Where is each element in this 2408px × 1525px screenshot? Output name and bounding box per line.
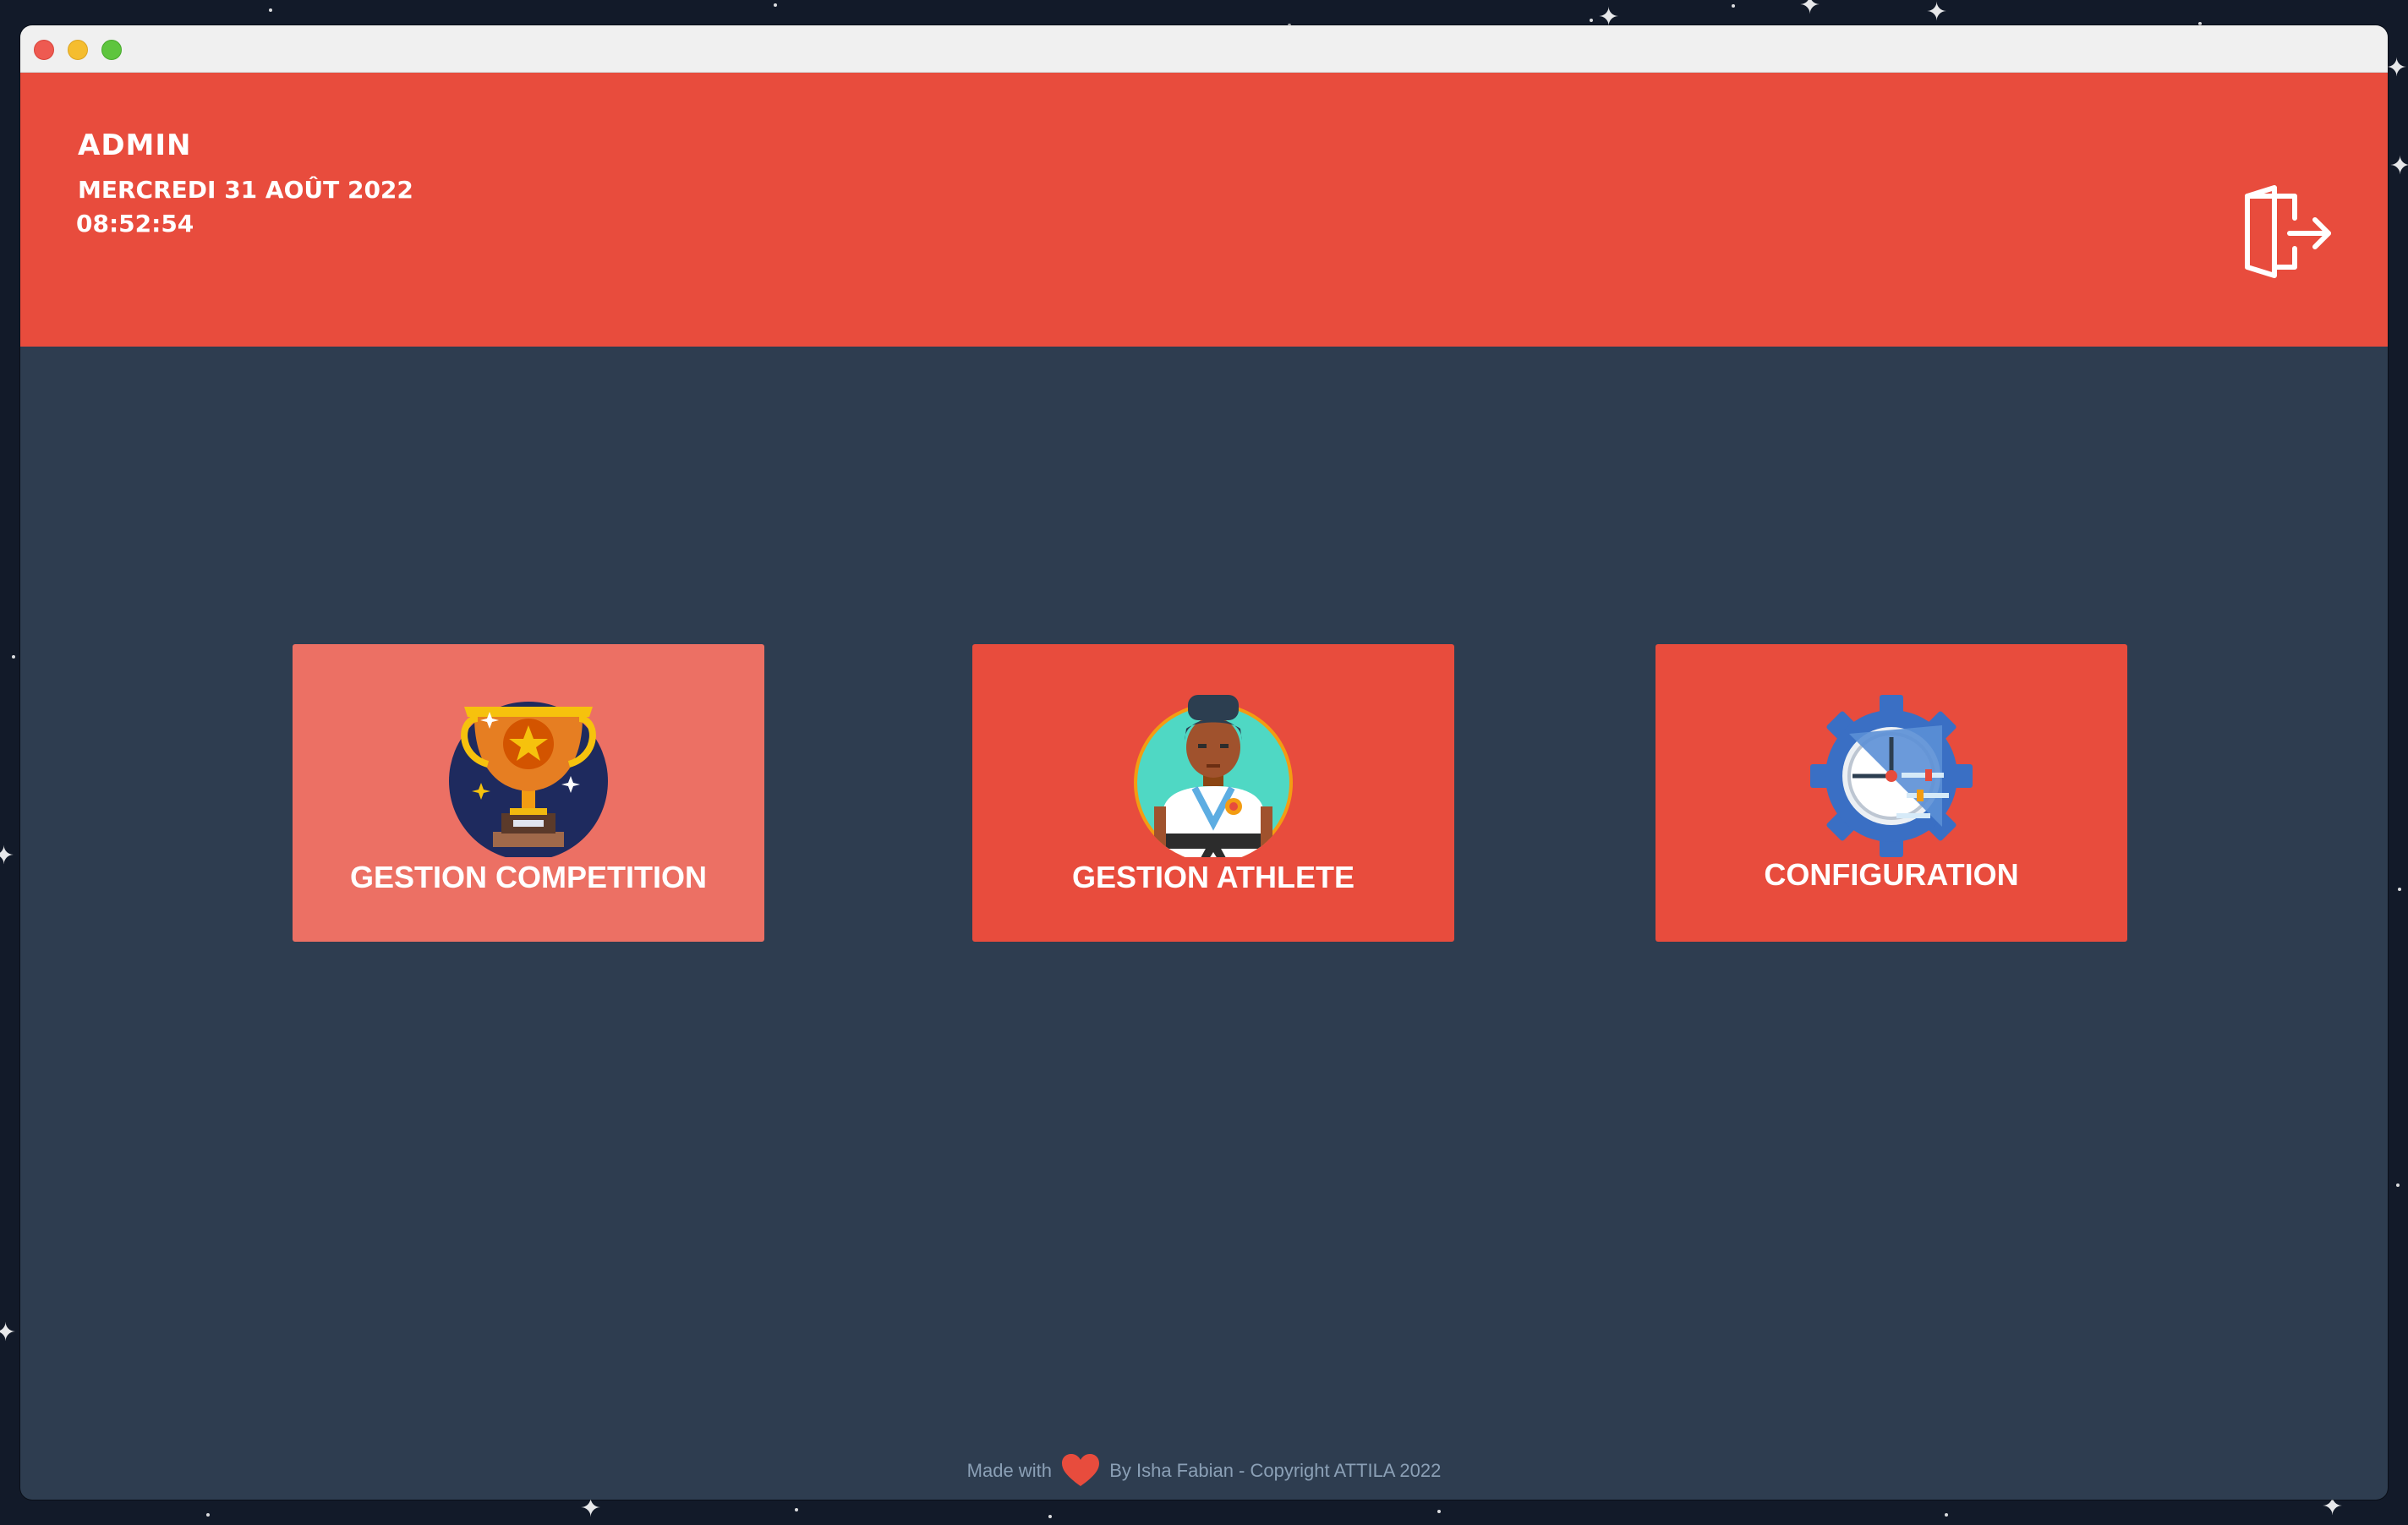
window-close-button[interactable] (34, 40, 54, 60)
tile-label: GESTION ATHLETE (1071, 860, 1354, 894)
star (2396, 1183, 2400, 1187)
sparkle-star: ✦ (2386, 54, 2408, 82)
configuration-button[interactable]: CONFIGURATION (1656, 644, 2127, 942)
user-name: ADMIN (78, 128, 192, 162)
tile-label: GESTION COMPETITION (349, 860, 707, 894)
window-zoom-button[interactable] (101, 40, 122, 60)
trophy-icon (449, 702, 608, 857)
window-minimize-button[interactable] (68, 40, 88, 60)
sparkle-star: ✦ (0, 1319, 17, 1347)
sparkle-star: ✦ (1799, 0, 1821, 19)
athlete-karate-icon (1134, 695, 1293, 857)
star (1945, 1513, 1948, 1517)
star (206, 1513, 210, 1517)
current-date: MERCREDI 31 AOÛT 2022 (78, 176, 413, 204)
logout-button[interactable] (2236, 181, 2337, 282)
settings-gear-icon (1810, 695, 1973, 857)
star (1048, 1515, 1052, 1518)
sparkle-star: ✦ (2389, 152, 2408, 180)
logout-door-icon (2245, 185, 2331, 278)
star (12, 655, 15, 659)
star (795, 1508, 798, 1511)
desktop-background: ✦ ✦ ✦ ✦ ✦ ✦ ✦ ✦ ✦ ADMIN MERCREDI 31 AOÛT… (0, 0, 2408, 1525)
app-window: ADMIN MERCREDI 31 AOÛT 2022 08:52:54 GES… (20, 25, 2388, 1500)
star (1732, 4, 1735, 8)
sparkle-star: ✦ (0, 842, 15, 870)
heart-icon (1062, 1454, 1100, 1486)
app-header: ADMIN MERCREDI 31 AOÛT 2022 08:52:54 (20, 73, 2388, 347)
footer-credits: By Isha Fabian - Copyright ATTILA 2022 (1109, 1460, 1442, 1481)
star (1590, 19, 1593, 22)
window-titlebar[interactable] (20, 25, 2388, 73)
footer-made-with: Made with (966, 1460, 1052, 1481)
gestion-competition-button[interactable]: GESTION COMPETITION (293, 644, 764, 942)
footer: Made with By Isha Fabian - Copyright ATT… (20, 1454, 2388, 1488)
gestion-athlete-button[interactable]: GESTION ATHLETE (972, 644, 1454, 942)
star (2398, 888, 2401, 891)
tile-label: CONFIGURATION (1764, 857, 2019, 892)
star (1437, 1510, 1441, 1513)
star (269, 8, 272, 12)
current-time: 08:52:54 (76, 210, 194, 238)
sparkle-star: ✦ (580, 1495, 602, 1522)
star (774, 3, 777, 7)
sparkle-star: ✦ (1926, 0, 1948, 26)
